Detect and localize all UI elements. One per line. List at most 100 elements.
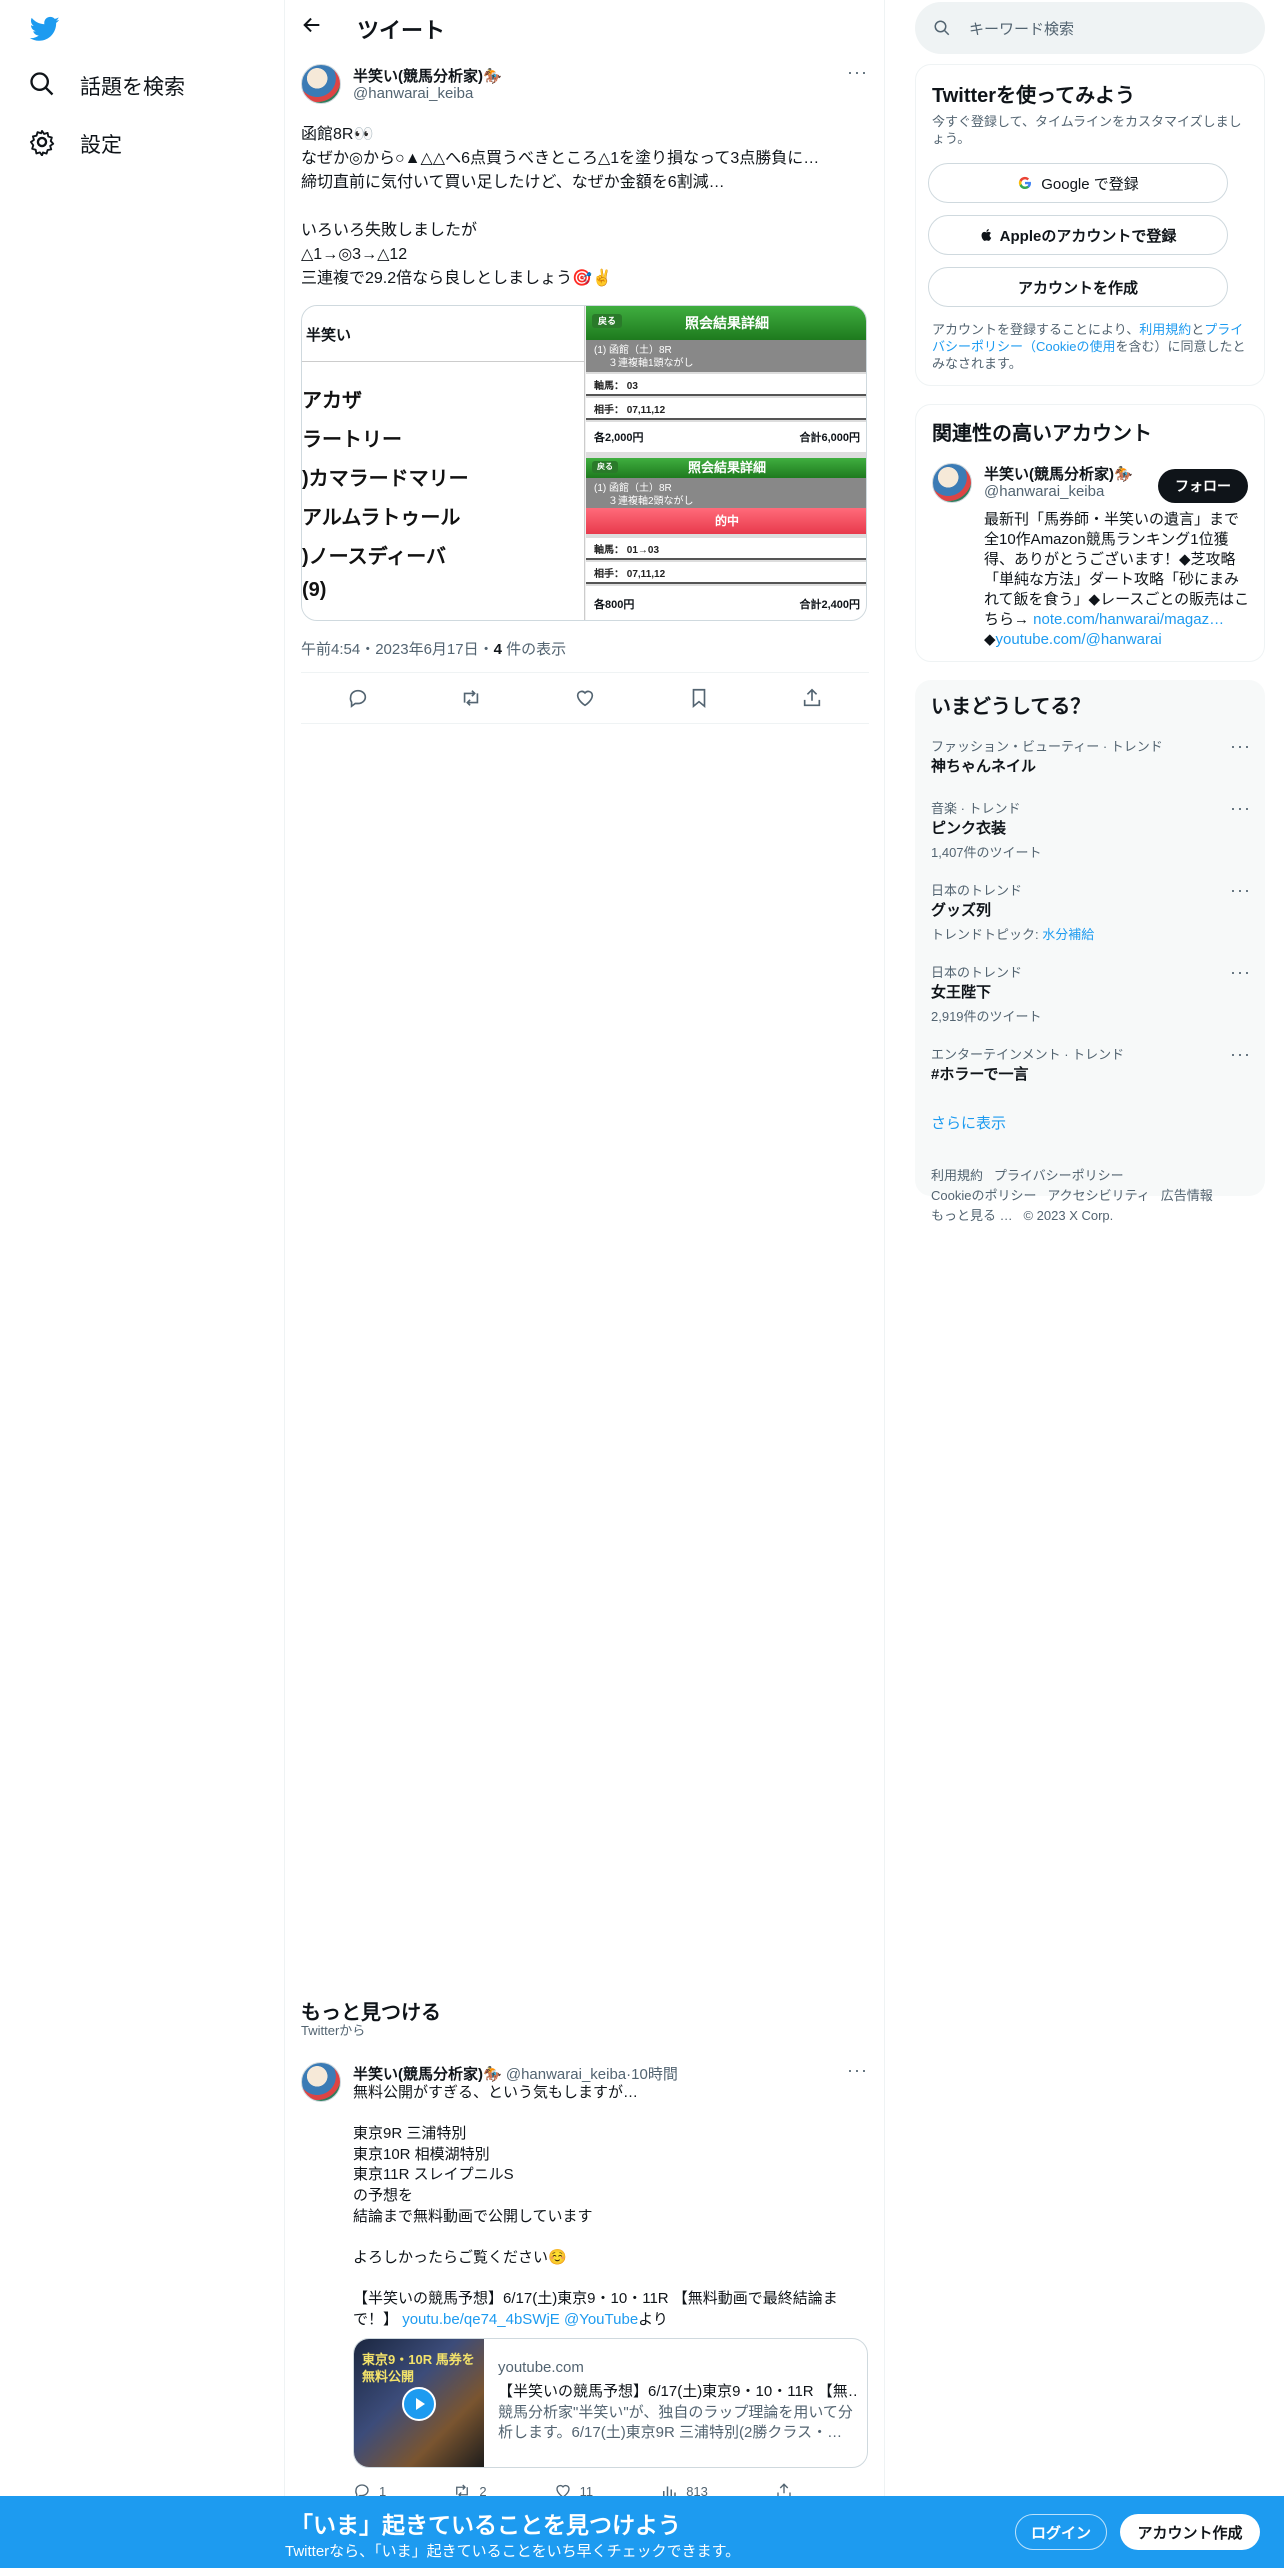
terms-link[interactable]: 利用規約 bbox=[1139, 322, 1191, 337]
trend-name: グッズ列 bbox=[931, 902, 992, 919]
related-bio-prefix: ◆ bbox=[984, 631, 996, 648]
footer-link[interactable]: 広告情報 bbox=[1161, 1188, 1213, 1203]
more-options-icon[interactable]: ··· bbox=[847, 2060, 868, 2081]
ticket-back-button: 戻る bbox=[592, 314, 623, 328]
gear-icon bbox=[28, 128, 60, 160]
media-right-image: 戻る 照会結果詳細 (1) 函館（土）8R ３連複軸1頭ながし 軸馬： 03 相… bbox=[586, 306, 866, 620]
create-account-button[interactable]: アカウントを作成 bbox=[928, 267, 1228, 307]
tweet-text: 函館8R👀 なぜか◎から○▲△△へ6点買うべきところ△1を塗り損なって3点勝負に… bbox=[301, 126, 820, 287]
terms-text: アカウントを登録することにより、 bbox=[932, 322, 1140, 337]
signup-button[interactable]: アカウント作成 bbox=[1120, 2514, 1260, 2550]
ticket-title-bar: 戻る 照会結果詳細 bbox=[586, 306, 866, 340]
more-options-icon[interactable]: ··· bbox=[1230, 798, 1251, 819]
terms-text: と bbox=[1191, 322, 1205, 337]
trend-item[interactable]: ファッション・ビューティー · トレンド 神ちゃんネイル ··· bbox=[931, 736, 1251, 776]
apple-signup-button[interactable]: Appleのアカウントで登録 bbox=[928, 215, 1228, 255]
signup-card: Twitterを使ってみよう 今すぐ登録して、タイムラインをカスタマイズしましょ… bbox=[915, 64, 1265, 386]
tweet2-link-suffix: より bbox=[638, 2310, 668, 2328]
login-button[interactable]: ログイン bbox=[1015, 2514, 1107, 2550]
main-column: ツイート 半笑い(競馬分析家)🏇 @hanwarai_keiba ··· 函館8… bbox=[285, 0, 885, 2568]
footer-more-link[interactable]: もっと見る … bbox=[931, 1208, 1013, 1223]
ticket-title: 照会結果詳細 bbox=[687, 460, 766, 475]
show-more-link[interactable]: さらに表示 bbox=[931, 1112, 1006, 1133]
avatar[interactable] bbox=[301, 64, 341, 104]
ticket-totals: 各2,000円 合計6,000円 bbox=[586, 422, 866, 452]
sidebar-footer: 利用規約 プライバシーポリシー Cookieのポリシー アクセシビリティ 広告情… bbox=[931, 1166, 1261, 1226]
play-icon[interactable] bbox=[402, 2387, 436, 2421]
left-nav: 話題を検索 設定 bbox=[0, 0, 285, 2568]
ticket-partners: 相手： 07,11,12 bbox=[586, 562, 866, 584]
trend-item[interactable]: エンターテインメント · トレンド #ホラーで一言 ··· bbox=[931, 1044, 1251, 1084]
ticket-back-button: 戻る bbox=[592, 461, 618, 473]
like-icon[interactable] bbox=[574, 687, 596, 709]
trend-category: 日本のトレンド bbox=[931, 883, 1023, 898]
more-title: もっと見つける bbox=[301, 2002, 441, 2024]
related-bio-link[interactable]: note.com/hanwarai/magaz… bbox=[1033, 611, 1224, 628]
tweet2-link[interactable]: youtu.be/qe74_4bSWjE bbox=[402, 2311, 560, 2328]
more-options-icon[interactable]: ··· bbox=[1230, 1044, 1251, 1065]
nav-explore[interactable]: 話題を検索 bbox=[28, 70, 185, 102]
author-handle[interactable]: @hanwarai_keiba bbox=[353, 85, 473, 102]
ticket-race: (1) 函館（土）8R bbox=[594, 483, 672, 494]
avatar[interactable] bbox=[301, 2062, 341, 2102]
trend-category: 日本のトレンド bbox=[931, 965, 1023, 980]
footer-link[interactable]: 利用規約 bbox=[931, 1168, 983, 1183]
horse-name: アカザ bbox=[302, 390, 362, 412]
ticket-partners: 相手： 07,11,12 bbox=[586, 398, 866, 420]
bookmark-icon[interactable] bbox=[688, 687, 710, 709]
signup-terms: アカウントを登録することにより、利用規約とプライバシーポリシー（Cookieの使… bbox=[932, 321, 1252, 372]
trend-category: ファッション・ビューティー · トレンド bbox=[931, 739, 1163, 754]
retweet-icon[interactable] bbox=[460, 687, 482, 709]
google-icon bbox=[1017, 175, 1033, 191]
footer-link[interactable]: プライバシーポリシー bbox=[994, 1168, 1124, 1183]
google-signup-button[interactable]: Google で登録 bbox=[928, 163, 1228, 203]
views-label: 件の表示 bbox=[501, 641, 567, 658]
author-name[interactable]: 半笑い(競馬分析家)🏇 bbox=[353, 65, 502, 86]
trend-item[interactable]: 日本のトレンド 女王陛下 2,919件のツイート ··· bbox=[931, 962, 1251, 1025]
follow-button[interactable]: フォロー bbox=[1158, 469, 1248, 503]
more-options-icon[interactable]: ··· bbox=[1230, 880, 1251, 901]
related-handle[interactable]: @hanwarai_keiba bbox=[984, 483, 1104, 500]
reply-icon[interactable] bbox=[347, 687, 369, 709]
google-signup-label: Google で登録 bbox=[1041, 175, 1139, 193]
trend-topic: トレンドトピック: 水分補給 bbox=[931, 924, 1251, 943]
avatar[interactable] bbox=[932, 463, 972, 503]
trend-topic-label: トレンドトピック: bbox=[931, 927, 1043, 942]
link-card[interactable]: 東京9・10R 馬券を無料公開 youtube.com 【半笑いの競馬予想】6/… bbox=[353, 2338, 868, 2468]
footer-link[interactable]: Cookieのポリシー bbox=[931, 1188, 1036, 1203]
tweet-timestamp[interactable]: 午前4:54・2023年6月17日・ bbox=[301, 641, 494, 658]
signup-desc: 今すぐ登録して、タイムラインをカスタマイズしましょう。 bbox=[932, 114, 1242, 146]
horse-name: )ノースディーバ bbox=[302, 546, 447, 568]
tweet2-time[interactable]: ·10時間 bbox=[626, 2066, 678, 2083]
tweet2-text: 無料公開がすぎる、という気もしますが… 東京9R 三浦特別 東京10R 相模湖特… bbox=[353, 2083, 873, 2330]
twitter-logo-icon[interactable] bbox=[28, 14, 62, 44]
thumbnail-caption: 東京9・10R 馬券を無料公開 bbox=[362, 2352, 475, 2384]
more-subtitle: Twitterから bbox=[301, 2023, 366, 2038]
tweet-media[interactable]: 半笑い アカザ ラートリー )カマラードマリー アルムラトゥール )ノースディー… bbox=[301, 305, 867, 621]
copyright: © 2023 X Corp. bbox=[1023, 1208, 1114, 1223]
tweet2-author-handle[interactable]: @hanwarai_keiba bbox=[506, 2066, 626, 2083]
search-bar[interactable]: キーワード検索 bbox=[915, 2, 1265, 54]
share-icon[interactable] bbox=[801, 687, 823, 709]
nav-explore-label: 話題を検索 bbox=[80, 76, 185, 99]
ticket-each: 各2,000円 bbox=[594, 432, 644, 444]
horse-name: ラートリー bbox=[302, 429, 402, 451]
horse-name: アルムラトゥール bbox=[302, 507, 461, 529]
related-name[interactable]: 半笑い(競馬分析家)🏇 bbox=[984, 463, 1133, 484]
footer-link[interactable]: アクセシビリティ bbox=[1047, 1188, 1150, 1203]
ticket-type: ３連複軸2頭ながし bbox=[608, 496, 694, 507]
related-bio-link[interactable]: youtube.com/@hanwarai bbox=[996, 631, 1162, 648]
tweet2-author-name[interactable]: 半笑い(競馬分析家)🏇 bbox=[353, 2066, 502, 2083]
link-card-description: 競馬分析家"半笑い"が、独自のラップ理論を用いて分析します。6/17(土)東京9… bbox=[498, 2404, 853, 2441]
back-arrow-icon[interactable] bbox=[301, 14, 329, 42]
search-icon bbox=[28, 70, 60, 102]
more-options-icon[interactable]: ··· bbox=[1230, 736, 1251, 757]
trend-item[interactable]: 日本のトレンド グッズ列 トレンドトピック: 水分補給 ··· bbox=[931, 880, 1251, 943]
trend-topic-link[interactable]: 水分補給 bbox=[1042, 927, 1094, 942]
more-options-icon[interactable]: ··· bbox=[847, 62, 868, 83]
trend-item[interactable]: 音楽 · トレンド ピンク衣装 1,407件のツイート ··· bbox=[931, 798, 1251, 861]
tweet2-mention[interactable]: @YouTube bbox=[564, 2311, 638, 2328]
ticket-each: 各800円 bbox=[594, 599, 635, 611]
nav-settings[interactable]: 設定 bbox=[28, 128, 122, 160]
more-options-icon[interactable]: ··· bbox=[1230, 962, 1251, 983]
